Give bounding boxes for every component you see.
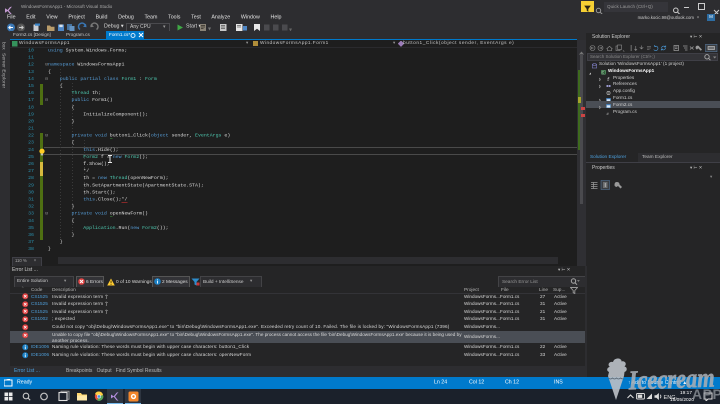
svg-text:#: #	[607, 111, 610, 116]
